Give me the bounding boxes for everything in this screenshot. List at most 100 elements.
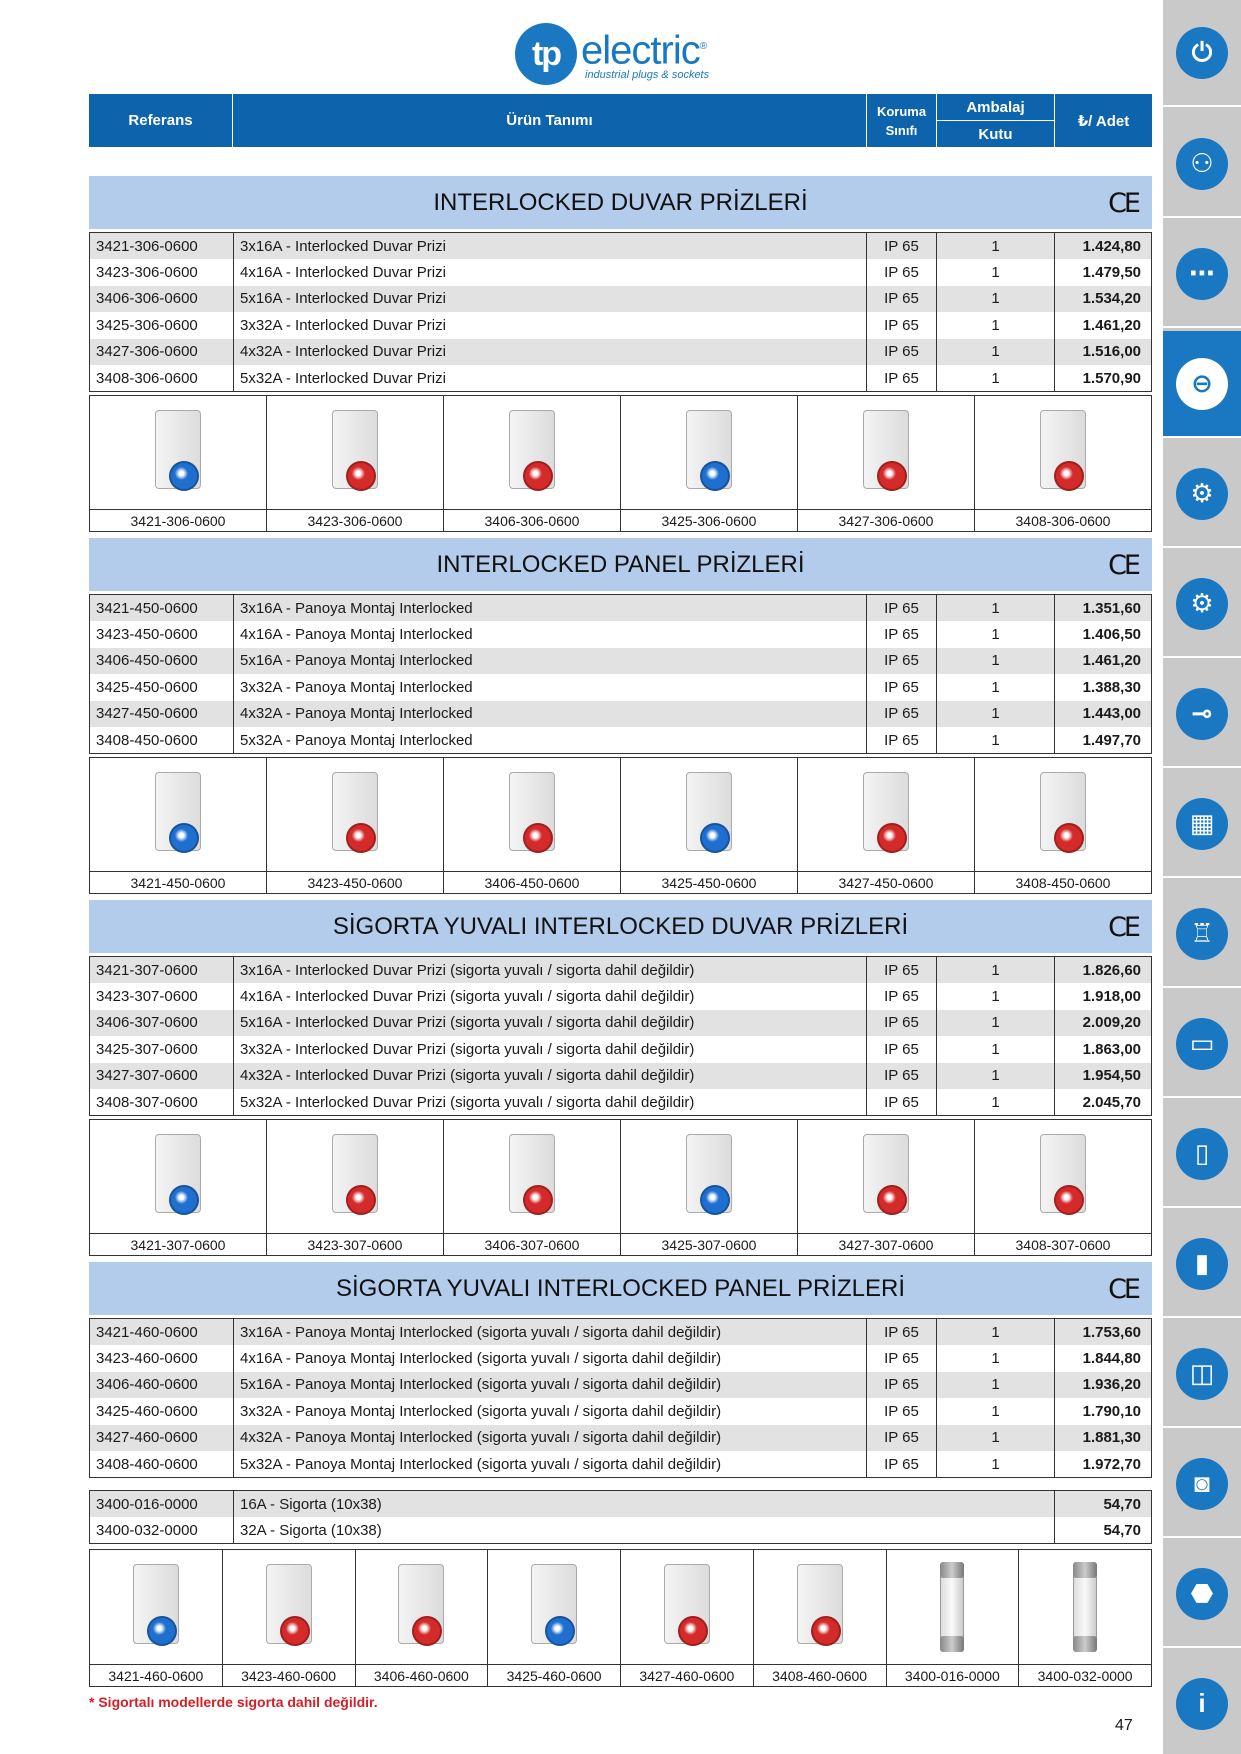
row-description: 5x16A - Panoya Montaj Interlocked <box>233 647 867 674</box>
row-ref: 3425-307-0600 <box>89 1036 234 1063</box>
product-image-cell: 3423-306-0600 <box>267 396 444 531</box>
sidebar-tab-socket-combination[interactable]: ♖ <box>1163 881 1241 988</box>
product-image-label: 3421-307-0600 <box>90 1233 266 1255</box>
table-row: 3400-016-0000 16A - Sigorta (10x38) 54,70 <box>89 1490 1152 1517</box>
row-ref: 3427-460-0600 <box>89 1424 234 1451</box>
product-image-label: 3408-307-0600 <box>975 1233 1151 1255</box>
product-image-cell: 3406-306-0600 <box>444 396 621 531</box>
sidebar-tab-box[interactable]: ▭ <box>1163 991 1241 1098</box>
sidebar-tab-panel-plug[interactable]: ⊸ <box>1163 661 1241 768</box>
sidebar-tab-junction-box[interactable]: ▮ <box>1163 1211 1241 1318</box>
product-image-label: 3406-450-0600 <box>444 871 620 893</box>
table-row: 3408-460-0600 5x32A - Panoya Montaj Inter… <box>89 1451 1152 1478</box>
category-sidebar: ⏻ ⚇ ⋯ ⊖ ⚙ ⚙ ⊸ ▦ ♖ ▭ ▯ ▮ ◫ ◙ ⬣ i <box>1163 0 1241 1754</box>
table-header: Referans Ürün Tanımı Koruma Sınıfı Ambala… <box>89 94 1152 147</box>
product-image <box>256 1564 322 1650</box>
table-row: 3406-306-0600 5x16A - Interlocked Duvar P… <box>89 285 1152 312</box>
row-price: 1.570,90 <box>1082 369 1141 387</box>
sidebar-tab-cable-box[interactable]: ⬣ <box>1163 1541 1241 1648</box>
product-image <box>676 410 742 495</box>
socket-outlet <box>279 1616 310 1646</box>
row-ref: 3406-307-0600 <box>89 1009 234 1036</box>
row-price: 1.918,00 <box>1082 987 1141 1005</box>
row-price: 1.497,70 <box>1082 731 1141 749</box>
fuse-image <box>1073 1562 1098 1652</box>
product-image <box>1030 1134 1096 1219</box>
table-row: 3427-307-0600 4x32A - Interlocked Duvar P… <box>89 1062 1152 1089</box>
socket-outlet <box>169 823 199 853</box>
product-section: INTERLOCKED DUVAR PRİZLERİ CE 3421-306-060… <box>89 176 1152 392</box>
row-protection: IP 65 <box>866 647 937 674</box>
sidebar-tab-five-pin-socket[interactable]: ⚙ <box>1163 441 1241 548</box>
row-ref: 3421-450-0600 <box>89 594 234 621</box>
product-image-cell: 3406-450-0600 <box>444 758 621 893</box>
product-image <box>654 1564 720 1650</box>
row-description: 5x16A - Interlocked Duvar Prizi (sigorta… <box>233 1009 867 1036</box>
row-protection: IP 65 <box>866 700 937 727</box>
product-image <box>853 1134 919 1219</box>
row-pack: 1 <box>936 594 1055 621</box>
header-ambalaj: Ambalaj Kutu <box>937 94 1055 147</box>
row-pack: 1 <box>936 285 1055 312</box>
section-title: SİGORTA YUVALI INTERLOCKED PANEL PRİZLER… <box>89 1262 1152 1315</box>
sidebar-tab-info[interactable]: i <box>1163 1651 1241 1754</box>
sidebar-tab-plug[interactable]: ⏻ <box>1163 0 1241 107</box>
product-image-cell: 3423-460-0600 <box>222 1550 356 1686</box>
product-image-label: 3400-016-0000 <box>886 1664 1019 1686</box>
table-row: 3408-450-0600 5x32A - Panoya Montaj Inter… <box>89 727 1152 754</box>
sidebar-tab-round-box[interactable]: ◙ <box>1163 1431 1241 1538</box>
product-image-label: 3427-306-0600 <box>798 509 974 531</box>
row-ref: 3423-460-0600 <box>89 1345 234 1372</box>
sidebar-tab-socket[interactable]: ⚇ <box>1163 111 1241 218</box>
row-ref: 3406-460-0600 <box>89 1371 234 1398</box>
round-box-icon: ◙ <box>1176 1457 1228 1510</box>
table-row: 3406-460-0600 5x16A - Panoya Montaj Inter… <box>89 1371 1152 1398</box>
row-price: 54,70 <box>1054 1490 1152 1517</box>
table-row: 3425-450-0600 3x32A - Panoya Montaj Inter… <box>89 674 1152 701</box>
sidebar-tab-double-socket[interactable]: ▯ <box>1163 1101 1241 1208</box>
plug-icon: ⏻ <box>1176 26 1228 79</box>
table-row: 3423-306-0600 4x16A - Interlocked Duvar P… <box>89 259 1152 286</box>
row-price: 1.479,50 <box>1082 263 1141 281</box>
socket-combination-icon: ♖ <box>1176 907 1228 960</box>
table-row: 3427-460-0600 4x32A - Panoya Montaj Inter… <box>89 1424 1152 1451</box>
product-image <box>123 1564 189 1650</box>
header-koruma: Koruma Sınıfı <box>867 94 937 147</box>
row-ref: 3423-307-0600 <box>89 983 234 1010</box>
product-image-label: 3423-307-0600 <box>267 1233 443 1255</box>
row-pack: 1 <box>936 1398 1055 1425</box>
price-table: 3421-306-0600 3x16A - Interlocked Duvar P… <box>89 232 1152 392</box>
product-image-cell: 3423-307-0600 <box>267 1120 444 1255</box>
row-price: 1.461,20 <box>1082 316 1141 334</box>
product-image-label: 3406-460-0600 <box>355 1664 488 1686</box>
product-image-label: 3421-450-0600 <box>90 871 266 893</box>
product-image-label: 3427-460-0600 <box>621 1664 753 1686</box>
table-row: 3421-306-0600 3x16A - Interlocked Duvar P… <box>89 232 1152 259</box>
sidebar-tab-distribution-board[interactable]: ▦ <box>1163 771 1241 878</box>
row-pack: 1 <box>936 727 1055 754</box>
row-protection: IP 65 <box>866 312 937 339</box>
product-image <box>322 772 388 857</box>
row-price: 2.045,70 <box>1082 1093 1141 1111</box>
product-image-label: 3408-306-0600 <box>975 509 1151 531</box>
sidebar-tab-interlocked-socket[interactable]: ⊖ <box>1163 331 1241 438</box>
socket-outlet <box>346 823 376 853</box>
row-ref: 3427-450-0600 <box>89 700 234 727</box>
row-description: 4x16A - Panoya Montaj Interlocked <box>233 621 867 648</box>
sidebar-tab-five-pin-socket-alt[interactable]: ⚙ <box>1163 551 1241 658</box>
product-image-cell: 3423-450-0600 <box>267 758 444 893</box>
row-protection: IP 65 <box>866 1424 937 1451</box>
sidebar-tab-connector-strip[interactable]: ⋯ <box>1163 221 1241 328</box>
brand-logo: tp electric® industrial plugs & sockets <box>515 22 709 86</box>
product-image-cell: 3408-460-0600 <box>753 1550 887 1686</box>
sidebar-tab-enclosure[interactable]: ◫ <box>1163 1321 1241 1428</box>
product-image-label: 3427-307-0600 <box>798 1233 974 1255</box>
product-image-label: 3425-306-0600 <box>621 509 797 531</box>
fuse-section: 3400-016-0000 16A - Sigorta (10x38) 54,70 3… <box>89 1490 1152 1544</box>
row-description: 3x16A - Interlocked Duvar Prizi <box>233 232 867 259</box>
row-protection: IP 65 <box>866 621 937 648</box>
table-row: 3421-460-0600 3x16A - Panoya Montaj Inter… <box>89 1318 1152 1345</box>
product-image-label: 3425-307-0600 <box>621 1233 797 1255</box>
logo-badge: tp <box>515 23 577 85</box>
row-price: 1.516,00 <box>1054 338 1152 365</box>
